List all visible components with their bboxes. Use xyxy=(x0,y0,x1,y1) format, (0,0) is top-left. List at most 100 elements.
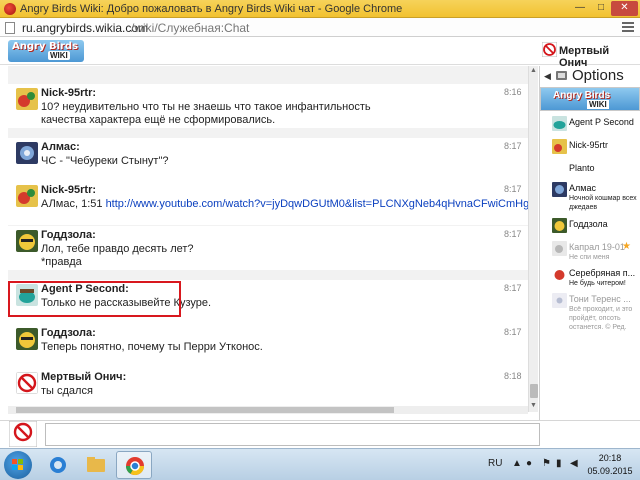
message-text: 10? неудивительно что ты не знаешь что т… xyxy=(41,101,371,113)
user-list-item[interactable]: Алмас Ночной кошмар всех джедаев xyxy=(552,182,640,211)
chat-header: Angry Birds WIKI Мертвый Онич xyxy=(0,37,640,69)
user-list-item[interactable]: Годдзола xyxy=(552,218,640,242)
sidebar-wiki-logo[interactable]: Angry Birds WIKI xyxy=(540,87,640,111)
highlight-box xyxy=(8,281,181,317)
logo-wiki-text: WIKI xyxy=(48,51,70,60)
user-name: Серебряная п... xyxy=(569,268,636,278)
url-host[interactable]: ru.angrybirds.wikia.com xyxy=(22,21,148,35)
options-button[interactable]: ◀ Options xyxy=(540,66,640,86)
minimize-button[interactable]: — xyxy=(570,1,590,16)
horizontal-scrollbar-thumb[interactable] xyxy=(16,407,394,413)
message-text: АЛмас, 1:51 http://www.youtube.com/watch… xyxy=(41,198,528,210)
folder-icon xyxy=(87,457,105,472)
message-author[interactable]: Nick-95rtr: xyxy=(41,184,96,196)
message-text: ты сдался xyxy=(41,385,93,397)
message-time: 8:17 xyxy=(504,229,522,239)
message-text-prefix: АЛмас, 1:51 xyxy=(41,198,106,210)
message-link[interactable]: http://www.youtube.com/watch?v=jyDqwDGUt… xyxy=(106,198,528,210)
user-avatar-icon xyxy=(16,142,38,164)
clock-date: 05.09.2015 xyxy=(587,466,633,476)
url-path[interactable]: /wiki/Служебная:Chat xyxy=(131,21,249,35)
user-avatar-icon xyxy=(552,139,567,154)
taskbar-chrome-button[interactable] xyxy=(116,451,152,479)
user-avatar-icon xyxy=(552,182,567,197)
options-label: Options xyxy=(572,67,624,84)
user-name: Planto xyxy=(569,163,595,173)
message-author[interactable]: Nick-95rtr: xyxy=(41,87,96,99)
wiki-logo[interactable]: Angry Birds WIKI xyxy=(8,40,84,62)
start-button[interactable] xyxy=(4,451,32,479)
user-status: Не спи меня xyxy=(569,254,610,261)
chrome-menu-icon[interactable] xyxy=(622,22,634,33)
internet-explorer-icon xyxy=(50,457,66,473)
user-avatar-icon xyxy=(552,218,567,233)
volume-icon[interactable]: ◀ xyxy=(570,458,578,469)
message-text: качества характера ещё не сформировались… xyxy=(41,114,276,126)
message-time: 8:16 xyxy=(504,87,522,97)
user-name: Алмас xyxy=(569,183,596,193)
user-status: Ночной кошмар всех джедаев xyxy=(569,195,637,211)
message-input[interactable] xyxy=(45,423,540,446)
user-list-item[interactable]: Nick-95rtr xyxy=(552,139,640,163)
sidebar-logo-wiki-text: WIKI xyxy=(587,100,609,109)
angry-bird-favicon-icon xyxy=(4,3,16,15)
close-button[interactable]: ✕ xyxy=(611,1,638,16)
user-list-item[interactable]: Капрал 19-01 Не спи меня ★ xyxy=(552,241,640,265)
clock-time: 20:18 xyxy=(598,453,622,463)
network-icon[interactable]: ▮ xyxy=(556,458,562,469)
taskbar-explorer-button[interactable] xyxy=(78,451,114,479)
taskbar-ie-button[interactable] xyxy=(40,451,76,479)
vertical-scrollbar[interactable]: ▲ ▼ xyxy=(528,66,538,412)
user-list-item[interactable]: Agent P Second xyxy=(552,116,640,140)
tray-app-icon[interactable]: ● xyxy=(526,458,532,469)
user-avatar-icon xyxy=(552,293,567,308)
chat-message: Годдзола: Теперь понятно, почему ты Перр… xyxy=(8,324,528,368)
windows-taskbar: RU ▲ ● ⚑ ▮ ◀ 20:18 05.09.2015 xyxy=(0,448,640,480)
maximize-button[interactable]: □ xyxy=(591,1,611,16)
message-time: 8:17 xyxy=(504,184,522,194)
message-author[interactable]: Алмас: xyxy=(41,141,80,153)
address-bar[interactable]: ru.angrybirds.wikia.com /wiki/Служебная:… xyxy=(0,18,640,37)
chrome-icon xyxy=(126,457,144,476)
user-status: Всё проходит, и это пройдёт, опсоть оста… xyxy=(569,306,633,331)
message-text: Теперь понятно, почему ты Перри Утконос. xyxy=(41,341,263,353)
user-name: Agent P Second xyxy=(569,117,634,127)
user-list-sidebar: ◀ Options Angry Birds WIKI Agent P Secon… xyxy=(540,66,640,420)
message-author[interactable]: Годдзола: xyxy=(41,229,96,241)
chat-message: Годдзола: Лол, тебе правдо десять лет? *… xyxy=(8,226,528,270)
message-time: 8:17 xyxy=(504,141,522,151)
gear-icon xyxy=(556,71,567,80)
tray-arrow-icon[interactable]: ▲ xyxy=(512,458,522,469)
scrollbar-thumb[interactable] xyxy=(530,384,538,398)
message-list[interactable]: Nick-95rtr: 10? неудивительно что ты не … xyxy=(8,66,528,412)
no-sign-avatar-icon xyxy=(16,372,38,394)
user-avatar-icon xyxy=(16,328,38,350)
user-avatar-icon xyxy=(552,116,567,131)
user-list-item[interactable]: Серебряная п... Не будь читером! xyxy=(552,267,640,291)
current-user[interactable]: Мертвый Онич xyxy=(542,42,637,69)
user-avatar-icon xyxy=(16,88,38,110)
user-name: Nick-95rtr xyxy=(569,140,609,150)
message-author[interactable]: Годдзола: xyxy=(41,327,96,339)
scroll-down-arrow-icon[interactable]: ▼ xyxy=(530,402,537,409)
collapse-arrow-icon[interactable]: ◀ xyxy=(544,71,551,82)
message-author[interactable]: Мертвый Онич: xyxy=(41,371,126,383)
chat-message: Алмас: ЧС - "Чебуреки Стынут"? 8:17 xyxy=(8,138,528,182)
message-time: 8:17 xyxy=(504,327,522,337)
no-sign-avatar-icon xyxy=(9,421,37,447)
language-indicator[interactable]: RU xyxy=(488,458,502,469)
horizontal-scrollbar[interactable] xyxy=(8,406,528,414)
user-name: Тони Теренс ... xyxy=(569,294,631,304)
page-icon xyxy=(5,22,15,34)
user-list-item[interactable]: Тони Теренс ... Всё проходит, и это прой… xyxy=(552,293,640,331)
chat-message: Nick-95rtr: 10? неудивительно что ты не … xyxy=(8,84,528,128)
tray-flag-icon[interactable]: ⚑ xyxy=(542,458,551,469)
user-name: Капрал 19-01 xyxy=(569,242,625,252)
scroll-up-arrow-icon[interactable]: ▲ xyxy=(530,67,537,74)
user-status: Не будь читером! xyxy=(569,280,626,287)
star-icon: ★ xyxy=(622,241,631,252)
window-title: Angry Birds Wiki: Добро пожаловать в Ang… xyxy=(20,3,403,15)
system-clock[interactable]: 20:18 05.09.2015 xyxy=(585,452,635,478)
chat-messages-panel: Nick-95rtr: 10? неудивительно что ты не … xyxy=(0,66,540,420)
no-sign-avatar-icon xyxy=(542,42,557,57)
